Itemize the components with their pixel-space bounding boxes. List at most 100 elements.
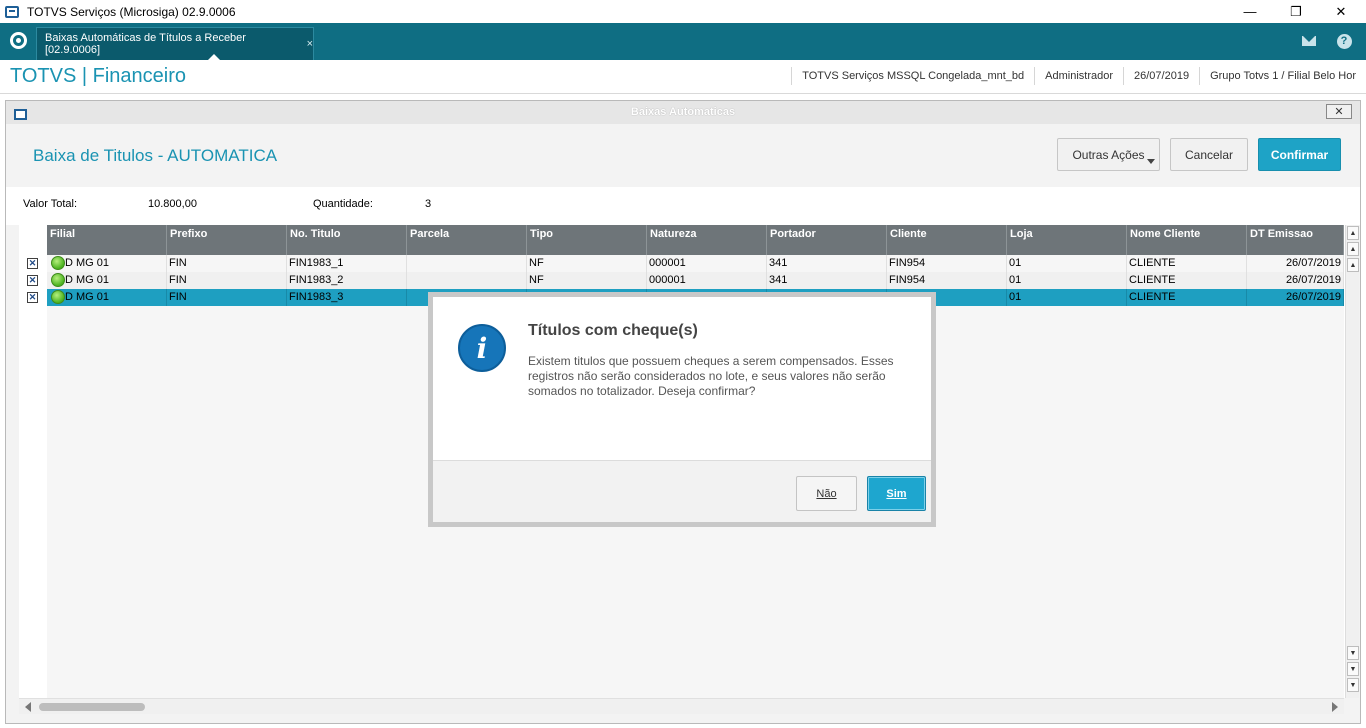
row-checkbox[interactable]: ✕ — [27, 275, 38, 286]
app-icon — [5, 5, 19, 18]
column-header[interactable]: Tipo — [527, 225, 647, 255]
table-cell: 01 — [1007, 255, 1127, 272]
table-cell: FIN1983_1 — [287, 255, 407, 272]
tab-label: Baixas Automáticas de Títulos a Receber … — [45, 32, 246, 56]
environment-label[interactable]: TOTVS Serviços MSSQL Congelada_mnt_bd — [791, 67, 1034, 85]
scroll-down-icon[interactable]: ▼ — [1347, 662, 1359, 676]
scroll-top-icon[interactable]: ▲ — [1347, 226, 1359, 240]
table-cell: CLIENTE — [1127, 289, 1247, 306]
scroll-step-down-icon[interactable]: ▼ — [1347, 646, 1359, 660]
table-cell: 26/07/2019 — [1247, 255, 1344, 272]
page-title: Baixa de Titulos - AUTOMATICA — [33, 146, 278, 165]
table-cell: 341 — [767, 272, 887, 289]
column-header[interactable]: Nome Cliente — [1127, 225, 1247, 255]
company-label[interactable]: Grupo Totvs 1 / Filial Belo Hor — [1199, 67, 1366, 85]
table-cell: FIN — [167, 272, 287, 289]
table-cell: FIN — [167, 255, 287, 272]
table-cell: FIN954 — [887, 272, 1007, 289]
yes-button[interactable]: Sim — [867, 476, 926, 511]
cancel-button[interactable]: Cancelar — [1170, 138, 1248, 171]
grid-header-row: Filial Prefixo No. Titulo Parcela Tipo Nature… — [47, 225, 1344, 255]
grid-horizontal-scrollbar[interactable] — [19, 698, 1344, 714]
confirm-button[interactable]: Confirmar — [1258, 138, 1341, 171]
row-checkbox[interactable]: ✕ — [27, 258, 38, 269]
scroll-right-icon[interactable] — [1332, 702, 1338, 712]
user-label[interactable]: Administrador — [1034, 67, 1123, 85]
message-text: Existem titulos que possuem cheques a se… — [528, 354, 894, 398]
module-title: TOTVS | Financeiro — [10, 65, 186, 87]
tab-baixas-automaticas[interactable]: Baixas Automáticas de Títulos a Receber … — [36, 27, 314, 61]
maximize-button[interactable]: ❐ — [1273, 0, 1319, 23]
table-cell: 26/07/2019 — [1247, 272, 1344, 289]
table-cell: CLIENTE — [1127, 272, 1247, 289]
grid-vertical-scrollbar[interactable]: ▲ ▲ ▲ ▼ ▼ ▼ — [1345, 225, 1359, 698]
quantity-value: 3 — [425, 198, 432, 210]
date-label[interactable]: 26/07/2019 — [1123, 67, 1199, 85]
table-cell: 000001 — [647, 255, 767, 272]
message-box: i Títulos com cheque(s) Existem titulos … — [433, 297, 931, 522]
table-cell: FIN1983_2 — [287, 272, 407, 289]
table-cell: FIN1983_3 — [287, 289, 407, 306]
other-actions-button[interactable]: Outras Ações — [1057, 138, 1160, 171]
other-actions-label: Outras Ações — [1072, 147, 1145, 162]
column-header[interactable]: No. Titulo — [287, 225, 407, 255]
no-button[interactable]: Não — [796, 476, 857, 511]
scroll-left-icon[interactable] — [25, 702, 31, 712]
minimize-button[interactable]: — — [1227, 0, 1273, 23]
scroll-up-icon[interactable]: ▲ — [1347, 242, 1359, 256]
tab-close-icon[interactable]: × — [307, 38, 313, 50]
table-cell: 01 — [1007, 289, 1127, 306]
table-row[interactable]: D MG 01 FIN FIN1983_2 NF 000001 341 FIN954 01 CL… — [47, 272, 1344, 289]
tab-bar: Baixas Automáticas de Títulos a Receber … — [0, 23, 1366, 61]
mail-button[interactable] — [1298, 30, 1320, 52]
column-header[interactable]: Loja — [1007, 225, 1127, 255]
status-ok-icon — [51, 273, 65, 287]
table-cell: 000001 — [647, 272, 767, 289]
table-cell: D MG 01 — [47, 255, 167, 272]
totvs-logo-icon[interactable] — [10, 32, 27, 49]
quantity-label: Quantidade: — [313, 198, 373, 210]
table-cell: 01 — [1007, 272, 1127, 289]
total-value: 10.800,00 — [148, 198, 197, 210]
column-header[interactable]: Portador — [767, 225, 887, 255]
window-title: TOTVS Serviços (Microsiga) 02.9.0006 — [27, 4, 236, 19]
column-header[interactable]: Prefixo — [167, 225, 287, 255]
table-cell: FIN — [167, 289, 287, 306]
dialog-close-button[interactable]: ✕ — [1326, 104, 1352, 119]
scroll-step-up-icon[interactable]: ▲ — [1347, 258, 1359, 272]
horizontal-scroll-thumb[interactable] — [39, 703, 145, 711]
dialog-header: Baixa de Titulos - AUTOMATICA Outras Açõ… — [6, 124, 1360, 187]
chevron-down-icon — [1147, 159, 1155, 164]
dialog-title: Baixas Automaticas — [630, 106, 736, 118]
total-value-label: Valor Total: — [23, 198, 78, 210]
message-title: Títulos com cheque(s) — [528, 322, 698, 339]
row-checkbox[interactable]: ✕ — [27, 292, 38, 303]
totals-bar: Valor Total: 10.800,00 Quantidade: 3 — [6, 187, 1360, 225]
column-header[interactable]: Natureza — [647, 225, 767, 255]
window-titlebar: TOTVS Serviços (Microsiga) 02.9.0006 — ❐… — [0, 0, 1366, 23]
module-header: TOTVS | Financeiro TOTVS Serviços MSSQL … — [0, 60, 1366, 94]
column-header[interactable]: Parcela — [407, 225, 527, 255]
table-cell: D MG 01 — [47, 289, 167, 306]
close-window-button[interactable]: ✕ — [1318, 0, 1364, 23]
table-cell: CLIENTE — [1127, 255, 1247, 272]
message-footer: Não Sim — [433, 460, 931, 522]
scroll-bottom-icon[interactable]: ▼ — [1347, 678, 1359, 692]
status-ok-icon — [51, 290, 65, 304]
help-button[interactable]: ? — [1333, 30, 1355, 52]
table-cell: NF — [527, 255, 647, 272]
column-header[interactable]: Filial — [47, 225, 167, 255]
dialog-titlebar: Baixas Automaticas ✕ — [6, 101, 1360, 124]
table-cell: NF — [527, 272, 647, 289]
session-info: TOTVS Serviços MSSQL Congelada_mnt_bd Ad… — [791, 67, 1366, 85]
mail-icon — [1302, 36, 1316, 46]
message-box-frame: i Títulos com cheque(s) Existem titulos … — [428, 292, 936, 527]
help-icon: ? — [1336, 33, 1352, 49]
table-row[interactable]: D MG 01 FIN FIN1983_1 NF 000001 341 FIN954 01 CL… — [47, 255, 1344, 272]
table-cell — [407, 272, 527, 289]
status-ok-icon — [51, 256, 65, 270]
column-header[interactable]: Cliente — [887, 225, 1007, 255]
table-cell: D MG 01 — [47, 272, 167, 289]
column-header[interactable]: DT Emissao — [1247, 225, 1344, 255]
info-icon: i — [458, 324, 506, 372]
